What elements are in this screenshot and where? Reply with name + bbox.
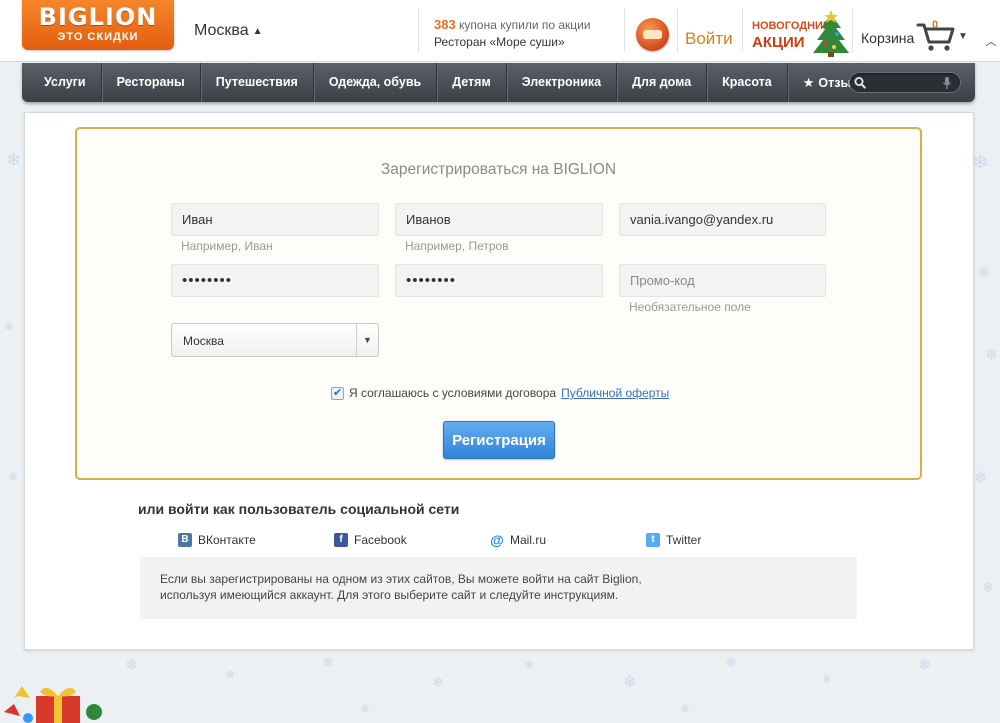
login-link[interactable]: Войти <box>685 29 733 49</box>
snowflake-icon: ❄ <box>982 580 994 596</box>
snowflake-icon: ❄ <box>918 655 932 674</box>
vk-icon: B <box>178 533 192 547</box>
facebook-icon: f <box>334 533 348 547</box>
promo-code-hint: Необязательное поле <box>629 300 751 314</box>
header-divider <box>852 8 853 52</box>
coupons-text: купона купили по акции <box>459 18 591 32</box>
header-divider <box>418 8 419 52</box>
social-login-facebook[interactable]: f Facebook <box>334 533 407 547</box>
snowflake-icon: ❄ <box>225 668 236 682</box>
nav-item-services[interactable]: Услуги <box>22 63 102 102</box>
nav-item-restaurants[interactable]: Рестораны <box>102 63 201 102</box>
snowflake-icon: ❄ <box>725 655 737 671</box>
chevron-up-icon: ▲ <box>252 25 263 37</box>
chevron-down-icon[interactable]: ▼ <box>958 31 968 42</box>
social-label: ВКонтакте <box>198 533 256 547</box>
social-login-vk[interactable]: B ВКонтакте <box>178 533 256 547</box>
search-input[interactable] <box>868 75 938 90</box>
snowflake-icon: ❄ <box>974 468 988 487</box>
snowflake-icon: ❄ <box>972 150 989 174</box>
password-confirm-input[interactable] <box>395 264 603 297</box>
christmas-tree-icon[interactable] <box>810 10 852 58</box>
cart-label[interactable]: Корзина <box>861 30 914 46</box>
snowflake-icon: ❄ <box>6 150 22 171</box>
cart-count-badge: 0 <box>932 19 939 31</box>
public-offer-link[interactable]: Публичной оферты <box>561 386 669 400</box>
terms-checkbox[interactable] <box>331 386 344 400</box>
logo-subtext: ЭТО СКИДКИ <box>57 31 139 43</box>
logo-text: BIGLION <box>38 3 158 31</box>
registration-form: Зарегистрироваться на BIGLION Например, … <box>75 127 922 480</box>
biglion-logo[interactable]: BIGLION ЭТО СКИДКИ <box>22 0 174 50</box>
gift-decoration-icon <box>4 686 102 723</box>
search-icon[interactable] <box>854 76 866 90</box>
social-login-title: или войти как пользователь социальной се… <box>138 501 460 517</box>
nav-item-beauty[interactable]: Красота <box>707 63 788 102</box>
snowflake-icon: ❄ <box>432 675 444 691</box>
terms-agreement: Я соглашаюсь с условиями договора Публич… <box>331 386 669 400</box>
first-name-hint: Например, Иван <box>181 239 273 253</box>
microphone-icon[interactable] <box>942 76 952 90</box>
password-input[interactable] <box>171 264 379 297</box>
snowflake-icon: ❄ <box>4 320 15 334</box>
snowflake-icon: ❄ <box>125 655 139 674</box>
social-label: Mail.ru <box>510 533 547 547</box>
nav-item-travel[interactable]: Путешествия <box>201 63 314 102</box>
last-name-hint: Например, Петров <box>405 239 509 253</box>
info-line: используя имеющийся аккаунт. Для этого в… <box>160 588 619 602</box>
snowflake-icon: ❄ <box>623 672 637 691</box>
promo-code-input[interactable] <box>619 264 826 297</box>
chevron-up-icon[interactable]: ︿ <box>984 34 998 50</box>
last-name-input[interactable] <box>395 203 603 236</box>
email-input[interactable] <box>619 203 826 236</box>
social-label: Facebook <box>354 533 407 547</box>
city-selector[interactable]: Москва ▲ <box>194 22 263 40</box>
snowflake-icon: ❄ <box>322 655 334 671</box>
city-dropdown[interactable]: Москва ▼ <box>171 323 379 357</box>
site-header: BIGLION ЭТО СКИДКИ Москва ▲ 383 купона к… <box>0 0 1000 62</box>
registration-page: Зарегистрироваться на BIGLION Например, … <box>24 112 974 650</box>
terms-text: Я соглашаюсь с условиями договора <box>349 386 557 400</box>
coupons-deal-link[interactable]: Ресторан «Море суши» <box>434 35 565 49</box>
city-name: Москва <box>194 22 249 39</box>
header-divider <box>742 8 743 52</box>
new-year-promo-line2[interactable]: АКЦИИ <box>752 34 805 51</box>
snowflake-icon: ❄ <box>8 470 19 484</box>
nav-item-home[interactable]: Для дома <box>617 63 708 102</box>
register-button[interactable]: Регистрация <box>443 421 555 459</box>
snowflake-icon: ❄ <box>978 265 990 281</box>
category-nav: Услуги Рестораны Путешествия Одежда, обу… <box>22 63 975 102</box>
info-line: Если вы зарегистрированы на одном из эти… <box>160 572 642 586</box>
city-dropdown-value: Москва <box>183 334 224 348</box>
coupons-count: 383 <box>434 17 456 32</box>
snowflake-icon: ❄ <box>985 345 999 364</box>
snowflake-icon: ❄ <box>680 702 691 716</box>
form-title: Зарегистрироваться на BIGLION <box>380 161 617 178</box>
twitter-icon: t <box>646 533 660 547</box>
header-divider <box>624 8 625 52</box>
coupons-bought: 383 купона купили по акции <box>434 17 591 32</box>
nav-item-electronics[interactable]: Электроника <box>507 63 618 102</box>
social-label: Twitter <box>666 533 702 547</box>
login-avatar-icon[interactable] <box>636 18 669 51</box>
nav-item-kids[interactable]: Детям <box>437 63 507 102</box>
mailru-icon: @ <box>490 532 504 548</box>
chevron-down-icon[interactable]: ▼ <box>356 324 378 356</box>
social-login-mailru[interactable]: @ Mail.ru <box>490 533 546 547</box>
snowflake-icon: ❄ <box>524 658 535 672</box>
social-login-info: Если вы зарегистрированы на одном из эти… <box>140 557 857 619</box>
social-login-twitter[interactable]: t Twitter <box>646 533 701 547</box>
first-name-input[interactable] <box>171 203 379 236</box>
search-box[interactable] <box>849 72 961 93</box>
snowflake-icon: ❄ <box>822 672 833 686</box>
nav-item-clothes[interactable]: Одежда, обувь <box>314 63 438 102</box>
star-icon: ★ <box>802 75 815 90</box>
header-divider <box>677 8 678 52</box>
snowflake-icon: ❄ <box>360 702 371 716</box>
